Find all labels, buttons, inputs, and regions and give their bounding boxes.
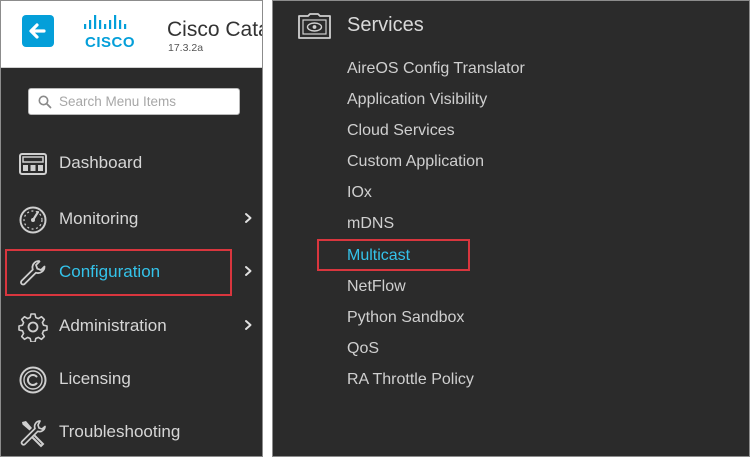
license-icon <box>19 366 47 394</box>
search-icon <box>38 95 52 109</box>
menu-item-qos[interactable]: QoS <box>347 339 379 359</box>
services-panel: Services AireOS Config Translator Applic… <box>272 0 750 457</box>
services-icon <box>298 13 331 39</box>
services-title: Services <box>347 14 424 36</box>
search-box[interactable] <box>28 88 240 115</box>
cisco-logo: CISCO <box>79 15 141 51</box>
sidebar-item-monitoring[interactable]: Monitoring <box>1 197 262 241</box>
menu-item-python-sandbox[interactable]: Python Sandbox <box>347 308 464 328</box>
sidebar-item-label: Licensing <box>59 369 131 388</box>
back-button[interactable] <box>22 15 54 47</box>
dashboard-icon <box>19 153 47 175</box>
app-header: CISCO Cisco Cata 17.3.2a <box>1 1 263 68</box>
gauge-icon <box>19 206 47 234</box>
sidebar-item-label: Dashboard <box>59 153 143 172</box>
menu-item-iox[interactable]: IOx <box>347 183 372 203</box>
gear-icon <box>18 313 48 342</box>
cisco-logo-text: CISCO <box>84 34 135 51</box>
menu-item-application-visibility[interactable]: Application Visibility <box>347 90 487 110</box>
tools-icon <box>20 420 46 448</box>
side-menu-panel: CISCO Cisco Cata 17.3.2a Dashboard Monit <box>0 0 263 457</box>
cisco-bars-icon <box>84 15 127 29</box>
sidebar-item-label: Administration <box>59 316 167 335</box>
menu-item-aireos-config-translator[interactable]: AireOS Config Translator <box>347 59 525 79</box>
sidebar-item-licensing[interactable]: Licensing <box>1 357 262 401</box>
chevron-right-icon <box>245 213 252 223</box>
highlight-box-multicast <box>317 239 470 271</box>
arrow-left-icon <box>29 23 46 39</box>
menu-item-ra-throttle-policy[interactable]: RA Throttle Policy <box>347 370 474 390</box>
menu-item-mdns[interactable]: mDNS <box>347 214 394 234</box>
highlight-box-configuration <box>5 249 232 296</box>
chevron-right-icon <box>245 266 252 276</box>
menu-item-custom-application[interactable]: Custom Application <box>347 152 484 172</box>
menu-item-netflow[interactable]: NetFlow <box>347 277 406 297</box>
sidebar-item-label: Monitoring <box>59 209 139 228</box>
sidebar-item-administration[interactable]: Administration <box>1 304 262 348</box>
search-input[interactable] <box>59 92 234 111</box>
sidebar-item-label: Troubleshooting <box>59 422 181 441</box>
sidebar-item-dashboard[interactable]: Dashboard <box>1 141 262 185</box>
product-name: Cisco Cata <box>167 18 263 41</box>
sidebar-item-troubleshooting[interactable]: Troubleshooting <box>1 410 262 454</box>
menu-item-cloud-services[interactable]: Cloud Services <box>347 121 455 141</box>
version-label: 17.3.2a <box>168 42 204 54</box>
chevron-right-icon <box>245 320 252 330</box>
